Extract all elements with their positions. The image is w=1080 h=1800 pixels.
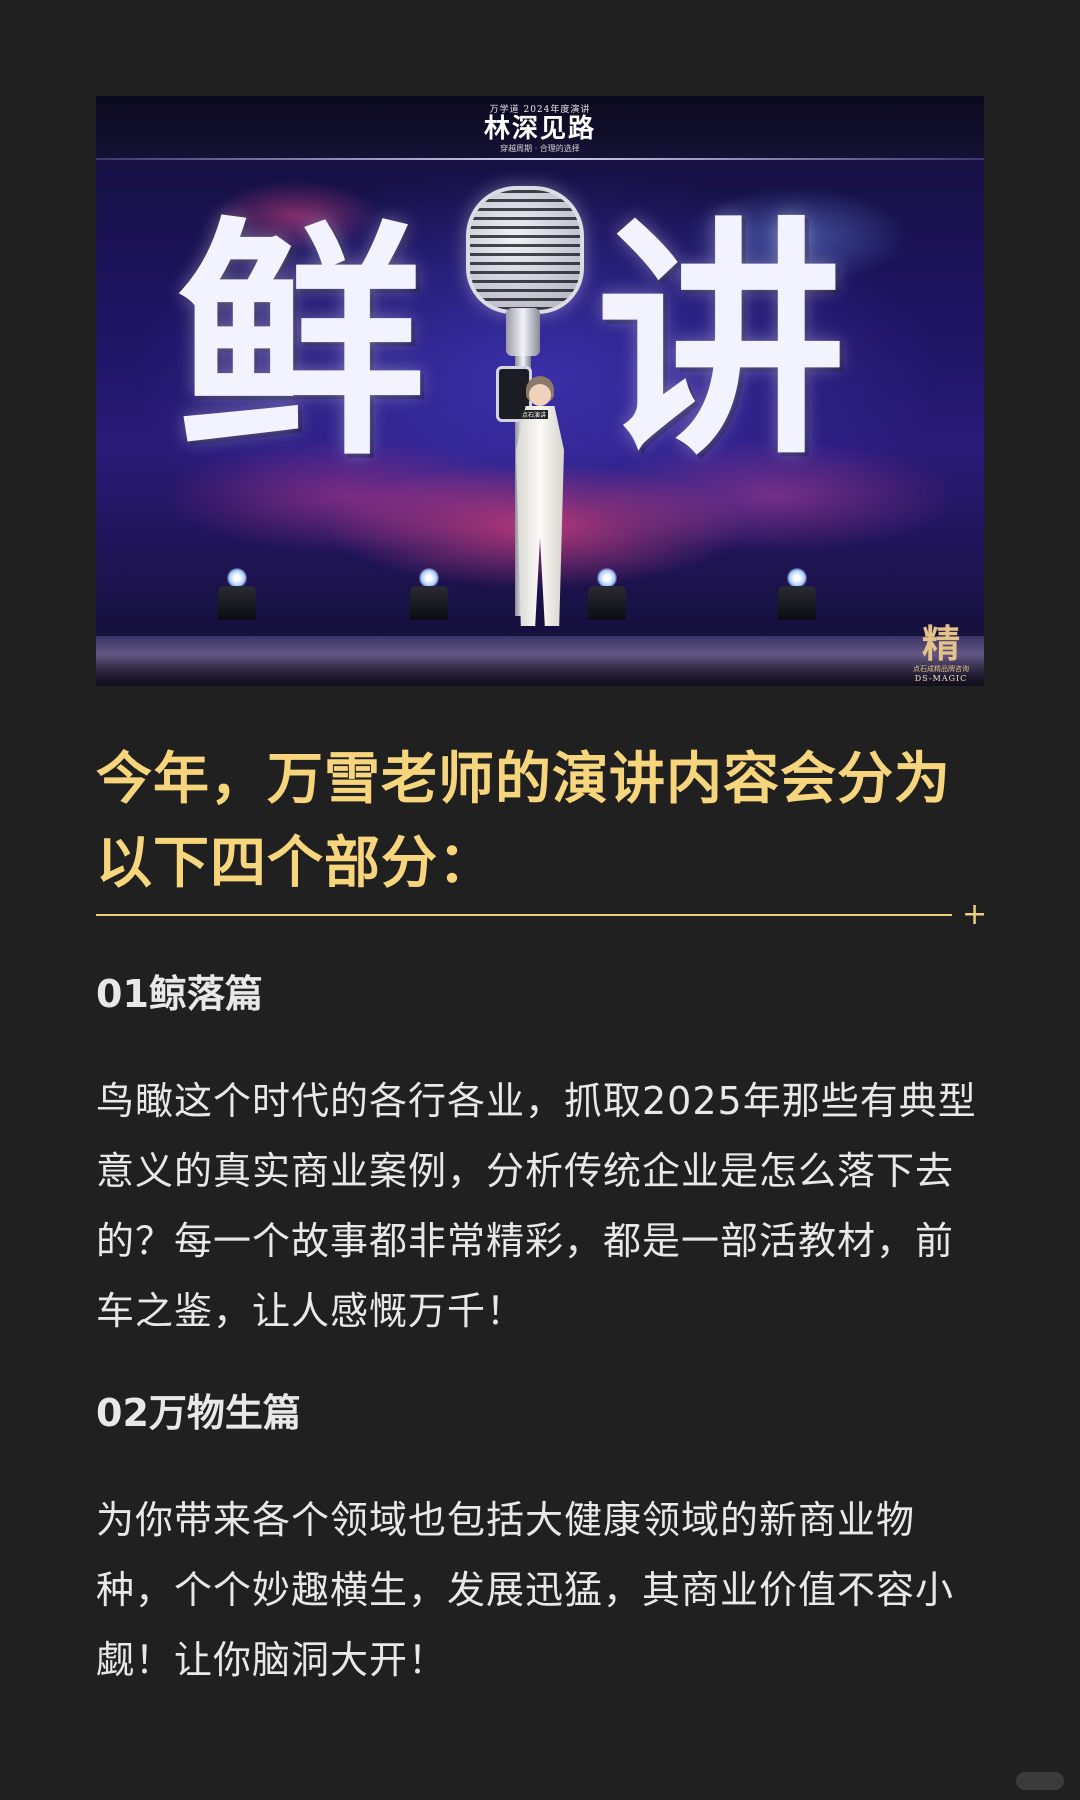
part-title-01: 01鲸落篇 xyxy=(96,972,263,1016)
article-page: 万学道 2024年度演讲 林深见路 穿越周期 · 合理的选择 鲜 讲 点石演讲 … xyxy=(0,0,1080,1800)
part-title-02: 02万物生篇 xyxy=(96,1391,301,1435)
stage-light-icon xyxy=(776,568,818,624)
plus-icon: + xyxy=(962,897,988,932)
part-description-01: 鸟瞰这个时代的各行各业，抓取2025年那些有典型意义的真实商业案例，分析传统企业… xyxy=(96,1079,977,1333)
hero-image: 万学道 2024年度演讲 林深见路 穿越周期 · 合理的选择 鲜 讲 点石演讲 … xyxy=(96,96,984,686)
speaker-figure: 点石演讲 xyxy=(510,376,570,626)
event-logo-title: 林深见路 xyxy=(483,114,596,144)
stage-light-icon xyxy=(216,568,258,624)
microphone-tag: 点石演讲 xyxy=(520,410,549,419)
microphone-neck xyxy=(506,308,540,356)
event-logo-small: 万学道 2024年度演讲 xyxy=(489,105,591,115)
heading-divider xyxy=(96,914,952,916)
event-logo: 万学道 2024年度演讲 林深见路 穿越周期 · 合理的选择 xyxy=(96,102,984,154)
screen-character-right: 讲 xyxy=(596,194,846,488)
brand-logo-english: DS-MAGIC xyxy=(914,674,968,683)
stage-light-icon xyxy=(408,568,450,624)
screen-character-left: 鲜 xyxy=(176,194,426,488)
corner-watermark-badge xyxy=(1016,1772,1064,1790)
brand-logo-name: 点石成精品牌咨询 xyxy=(913,665,969,673)
banner-divider xyxy=(96,158,984,160)
stage-edge xyxy=(96,652,984,686)
brand-logo-glyph: 精 xyxy=(921,621,960,666)
stage-light-icon xyxy=(586,568,628,624)
microphone-icon xyxy=(466,186,584,314)
brand-watermark-logo: 精 点石成精品牌咨询 DS-MAGIC xyxy=(906,624,976,684)
section-heading: 今年，万雪老师的演讲内容会分为以下四个部分： xyxy=(96,747,951,896)
event-logo-subtitle: 穿越周期 · 合理的选择 xyxy=(500,144,580,153)
part-description-02: 为你带来各个领域也包括大健康领域的新商业物种，个个妙趣横生，发展迅猛，其商业价值… xyxy=(96,1498,955,1682)
